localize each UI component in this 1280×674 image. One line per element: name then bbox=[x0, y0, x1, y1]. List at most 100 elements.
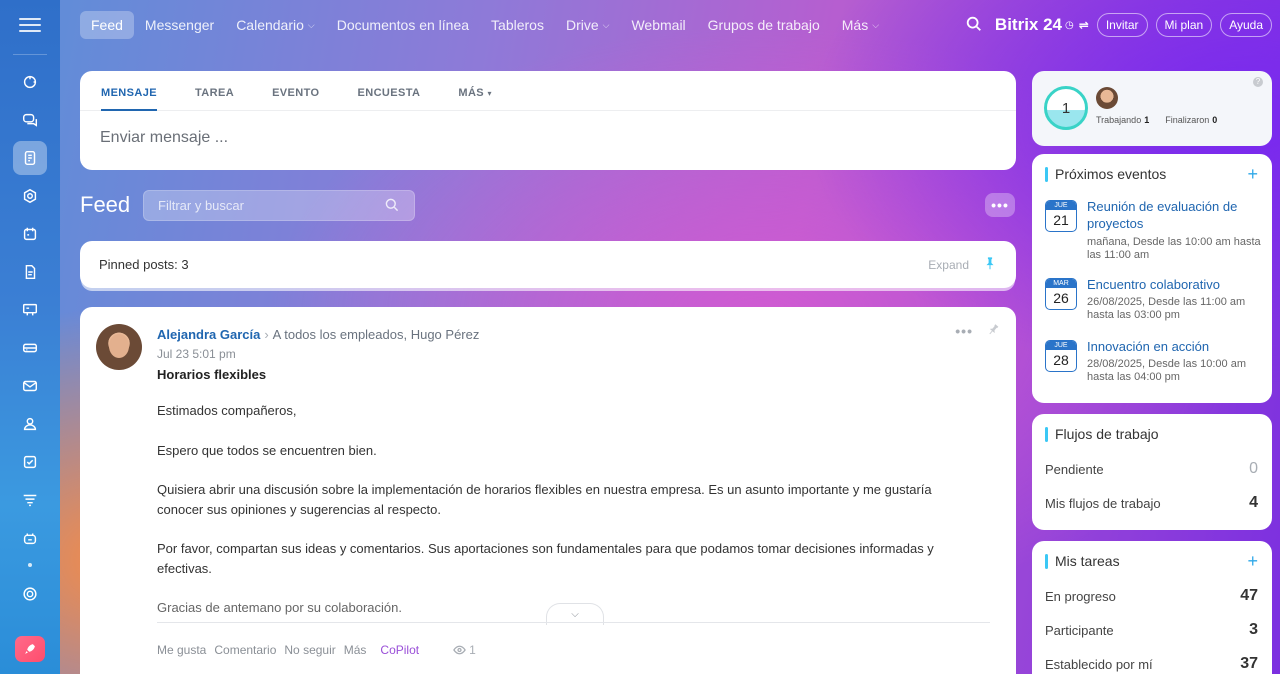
event-dow: MAR bbox=[1046, 279, 1076, 288]
hexagon-icon[interactable] bbox=[13, 179, 47, 213]
mail-icon[interactable] bbox=[13, 369, 47, 403]
nav-mas[interactable]: Más ⌵ bbox=[831, 11, 890, 39]
task-row-set-by-me[interactable]: Establecido por mí 37 bbox=[1045, 655, 1258, 673]
left-rail bbox=[0, 0, 60, 674]
widget-title[interactable]: Próximos eventos bbox=[1055, 166, 1166, 182]
tune-icon: ⇌ bbox=[1078, 18, 1089, 32]
event-day: 21 bbox=[1053, 212, 1069, 228]
event-title[interactable]: Innovación en acción bbox=[1087, 338, 1267, 355]
task-row-participant[interactable]: Participante 3 bbox=[1045, 621, 1258, 639]
add-icon[interactable]: + bbox=[1247, 552, 1258, 570]
help-icon[interactable]: ? bbox=[1253, 77, 1263, 87]
post-paragraph: Quisiera abrir una discusión sobre la im… bbox=[157, 482, 932, 517]
invite-button[interactable]: Invitar bbox=[1096, 13, 1148, 37]
nav-grupos[interactable]: Grupos de trabajo bbox=[697, 11, 831, 39]
post-date[interactable]: Jul 23 5:01 pm bbox=[157, 347, 236, 361]
pin-icon[interactable] bbox=[987, 323, 1000, 339]
task-row-in-progress[interactable]: En progreso 47 bbox=[1045, 587, 1258, 605]
settings-icon[interactable] bbox=[13, 577, 47, 611]
chevron-down-icon: ⌵ bbox=[307, 19, 315, 30]
widget-title[interactable]: Mis tareas bbox=[1055, 553, 1120, 569]
event-dow: JUE bbox=[1046, 341, 1076, 350]
nav-drive[interactable]: Drive ⌵ bbox=[555, 11, 621, 39]
workflow-row-pending[interactable]: Pendiente 0 bbox=[1045, 460, 1258, 478]
nav-documentos[interactable]: Documentos en línea bbox=[326, 11, 480, 39]
feed-icon[interactable] bbox=[13, 141, 47, 175]
event-title[interactable]: Encuentro colaborativo bbox=[1087, 276, 1267, 293]
row-value: 47 bbox=[1240, 587, 1258, 604]
widget-header: Flujos de trabajo bbox=[1032, 414, 1272, 442]
widget-header: Próximos eventos + bbox=[1032, 154, 1272, 183]
more-options-icon[interactable]: ••• bbox=[955, 323, 973, 339]
like-button[interactable]: Me gusta bbox=[157, 643, 206, 657]
copilot-button[interactable]: CoPilot bbox=[380, 643, 419, 657]
tab-mas[interactable]: MÁS ▾ bbox=[458, 71, 492, 110]
row-label: Participante bbox=[1045, 622, 1114, 638]
drive-icon[interactable] bbox=[13, 331, 47, 365]
chat-icon[interactable] bbox=[13, 103, 47, 137]
nav-tableros[interactable]: Tableros bbox=[480, 11, 555, 39]
message-input[interactable] bbox=[100, 129, 980, 147]
search-input[interactable] bbox=[144, 191, 364, 220]
pinned-posts-bar[interactable]: Pinned posts: 3 Expand bbox=[80, 241, 1016, 288]
accent-bar bbox=[1045, 166, 1048, 182]
event-title[interactable]: Reunión de evaluación de proyectos bbox=[1087, 198, 1267, 232]
caret-down-icon: ▾ bbox=[487, 89, 492, 98]
row-value: 3 bbox=[1249, 621, 1258, 638]
expand-button[interactable]: Expand bbox=[928, 258, 969, 272]
avatar[interactable] bbox=[1096, 87, 1118, 109]
status-count: 1 bbox=[1061, 99, 1071, 117]
tasks-icon[interactable] bbox=[13, 445, 47, 479]
pin-icon[interactable] bbox=[983, 256, 997, 273]
calendar-icon[interactable] bbox=[13, 217, 47, 251]
post-tools: ••• bbox=[955, 323, 1000, 339]
filter-icon[interactable] bbox=[13, 483, 47, 517]
tab-tarea[interactable]: TAREA bbox=[195, 71, 234, 110]
row-label: Mis flujos de trabajo bbox=[1045, 495, 1161, 511]
status-ring[interactable]: 1 bbox=[1044, 86, 1088, 130]
menu-icon[interactable] bbox=[19, 14, 41, 36]
comment-button[interactable]: Comentario bbox=[214, 643, 276, 657]
views-counter[interactable]: 1 bbox=[453, 643, 476, 657]
finished-stat: Finalizaron 0 bbox=[1165, 115, 1217, 125]
feed-search[interactable] bbox=[143, 190, 415, 221]
board-icon[interactable] bbox=[13, 293, 47, 327]
chevron-down-icon: ⌵ bbox=[602, 19, 610, 30]
event-dow: JUE bbox=[1046, 201, 1076, 210]
avatar[interactable] bbox=[96, 324, 142, 370]
activity-icon[interactable] bbox=[13, 65, 47, 99]
search-icon[interactable] bbox=[965, 15, 983, 36]
stat-label: Finalizaron bbox=[1165, 115, 1210, 125]
post-recipients[interactable]: A todos los empleados, Hugo Pérez bbox=[273, 327, 480, 342]
more-options-icon[interactable]: ••• bbox=[985, 193, 1015, 217]
nav-webmail[interactable]: Webmail bbox=[620, 11, 696, 39]
plan-button[interactable]: Mi plan bbox=[1155, 13, 1213, 37]
add-icon[interactable]: + bbox=[1247, 165, 1258, 183]
more-button[interactable]: Más bbox=[344, 643, 367, 657]
rocket-icon[interactable] bbox=[15, 636, 45, 662]
tab-encuesta[interactable]: ENCUESTA bbox=[358, 71, 421, 110]
tab-mensaje[interactable]: MENSAJE bbox=[101, 71, 157, 111]
tab-evento[interactable]: EVENTO bbox=[272, 71, 319, 110]
upcoming-events-widget: Próximos eventos + JUE 21 Reunión de eval… bbox=[1032, 154, 1272, 403]
post-paragraph: Estimados compañeros, bbox=[157, 403, 297, 418]
workflow-row-mine[interactable]: Mis flujos de trabajo 4 bbox=[1045, 494, 1258, 512]
document-icon[interactable] bbox=[13, 255, 47, 289]
nav-feed[interactable]: Feed bbox=[80, 11, 134, 39]
nav-messenger[interactable]: Messenger bbox=[134, 11, 225, 39]
brand-logo[interactable]: Bitrix 24 ◷ ⇌ bbox=[995, 15, 1089, 35]
search-icon[interactable] bbox=[384, 197, 400, 216]
groups-icon[interactable] bbox=[13, 407, 47, 441]
post-actions: Me gusta Comentario No seguir Más CoPilo… bbox=[157, 643, 476, 657]
event-time: 28/08/2025, Desde las 10:00 am hasta las… bbox=[1087, 358, 1247, 383]
help-button[interactable]: Ayuda bbox=[1220, 13, 1272, 37]
widget-title[interactable]: Flujos de trabajo bbox=[1055, 426, 1159, 442]
post-header: Alejandra García › A todos los empleados, … bbox=[157, 327, 479, 342]
chevron-right-icon: › bbox=[264, 327, 269, 342]
nav-calendario[interactable]: Calendario ⌵ bbox=[225, 11, 326, 39]
post-author[interactable]: Alejandra García bbox=[157, 327, 260, 342]
scroll-indicator bbox=[28, 563, 32, 567]
bot-icon[interactable] bbox=[13, 521, 47, 555]
divider bbox=[157, 622, 990, 623]
unfollow-button[interactable]: No seguir bbox=[284, 643, 335, 657]
